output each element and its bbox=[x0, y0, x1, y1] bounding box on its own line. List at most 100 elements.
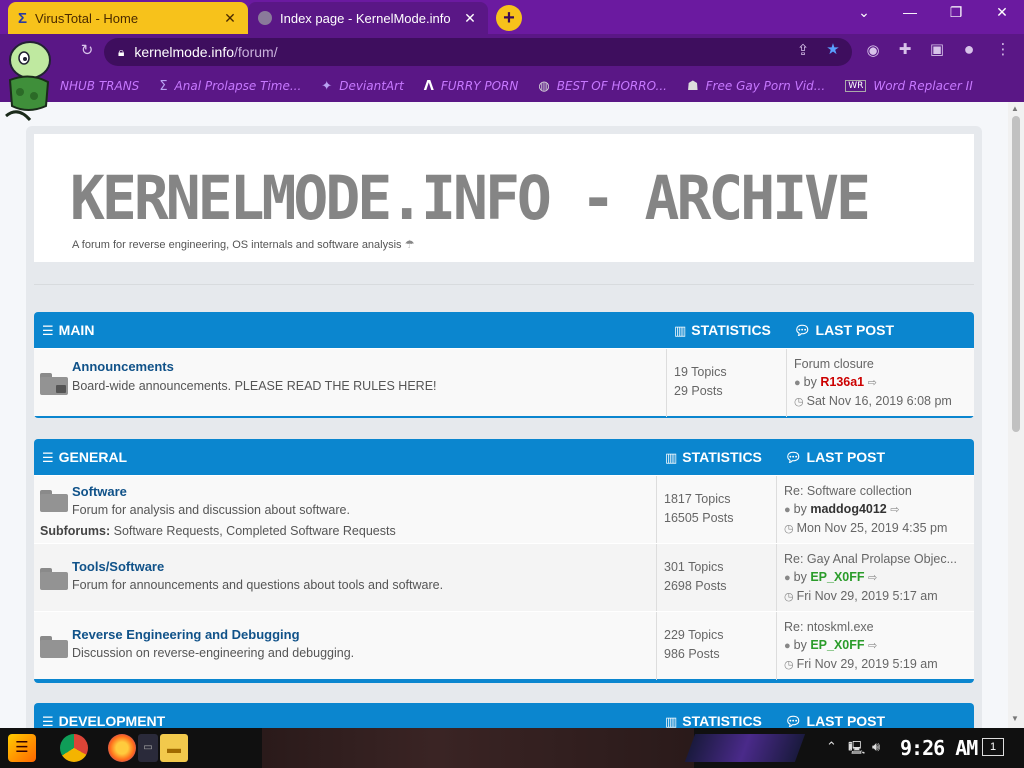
sidepanel-icon[interactable]: ▣ bbox=[926, 40, 948, 58]
goto-post-icon[interactable]: ⇨ bbox=[868, 377, 877, 389]
clock-icon: ◷ bbox=[784, 659, 794, 671]
forum-title[interactable]: Announcements bbox=[72, 359, 174, 374]
app-icon[interactable]: ▭ bbox=[138, 734, 158, 762]
category-title[interactable]: ☰ GENERAL bbox=[42, 449, 127, 466]
topic-count: 1817 Topics bbox=[664, 492, 731, 506]
file-explorer-icon[interactable]: ▬ bbox=[160, 734, 188, 762]
menu-icon[interactable]: ⋮ bbox=[992, 40, 1014, 58]
close-window-button[interactable]: ✕ bbox=[982, 4, 1022, 21]
last-post-title[interactable]: Re: ntoskml.exe bbox=[784, 618, 974, 636]
category-main: ☰ MAIN ▥ STATISTICS 💬︎ LAST POST Announceme… bbox=[34, 312, 974, 418]
bookmark-item[interactable]: NHUB TRANS bbox=[60, 79, 139, 93]
chat-icon: 💬︎ bbox=[785, 714, 802, 728]
last-post-title[interactable]: Forum closure bbox=[794, 355, 974, 373]
tab-title: Index page - KernelMode.info bbox=[280, 10, 451, 26]
page-wrap: KERNELMODE.INFO - ARCHIVE A forum for re… bbox=[26, 126, 982, 728]
bookmark-item[interactable]: ◍ BEST OF HORRO... bbox=[538, 79, 667, 94]
statistics-label: STATISTICS bbox=[682, 449, 762, 465]
tab-strip: Σ VirusTotal - Home ✕ Index page - Kerne… bbox=[0, 0, 1024, 34]
bookmark-label: NHUB TRANS bbox=[60, 79, 140, 93]
category-title[interactable]: ☰ DEVELOPMENT bbox=[42, 713, 165, 728]
folder-icon bbox=[40, 490, 68, 512]
folder-locked-icon bbox=[40, 373, 68, 395]
last-post-label: LAST POST bbox=[815, 322, 895, 338]
forum-title[interactable]: Reverse Engineering and Debugging bbox=[72, 627, 300, 642]
scroll-down-arrow[interactable]: ▼ bbox=[1011, 714, 1019, 723]
volume-icon[interactable]: 🔊︎ bbox=[872, 739, 880, 755]
category-development: ☰ DEVELOPMENT ▥ STATISTICS 💬︎ LAST POST bbox=[34, 703, 974, 728]
show-hidden-icons[interactable]: ⌃ bbox=[826, 739, 837, 755]
last-post-header: 💬︎ LAST POST bbox=[785, 713, 885, 728]
subforum-links[interactable]: Software Requests, Completed Software Re… bbox=[114, 524, 396, 538]
site-description: A forum for reverse engineering, OS inte… bbox=[72, 238, 415, 251]
bar-chart-icon: ▥ bbox=[674, 323, 687, 338]
puzzle-icon[interactable]: ✚ bbox=[894, 40, 916, 58]
last-post-title[interactable]: Re: Software collection bbox=[784, 482, 974, 500]
bookmark-item[interactable]: Σ Anal Prolapse Time... bbox=[159, 79, 301, 94]
forum-title[interactable]: Software bbox=[72, 484, 127, 499]
maximize-button[interactable]: ❐ bbox=[936, 4, 976, 21]
tab-virustotal[interactable]: Σ VirusTotal - Home ✕ bbox=[8, 2, 248, 34]
last-post-author[interactable]: R136a1 bbox=[820, 375, 864, 389]
bookmark-item[interactable]: ✦ DeviantArt bbox=[321, 79, 403, 94]
last-post-label: LAST POST bbox=[806, 449, 886, 465]
taskbar-decoration bbox=[684, 734, 806, 762]
profile-icon[interactable]: ● bbox=[958, 39, 980, 60]
category-title[interactable]: ☰ MAIN bbox=[42, 322, 94, 339]
chevron-down-icon[interactable]: ⌄ bbox=[844, 4, 884, 21]
kernelmode-icon bbox=[258, 11, 272, 25]
folder-icon bbox=[40, 636, 68, 658]
statistics-header: ▥ STATISTICS bbox=[665, 713, 762, 728]
statistics-label: STATISTICS bbox=[691, 322, 771, 338]
close-icon[interactable]: ✕ bbox=[462, 10, 478, 27]
address-bar[interactable]: 🔒︎ kernelmode.info/forum/ bbox=[104, 38, 852, 66]
scroll-up-arrow[interactable]: ▲ bbox=[1011, 104, 1019, 113]
network-icon[interactable]: 🖳︎ bbox=[848, 739, 865, 761]
last-post-date: Sat Nov 16, 2019 6:08 pm bbox=[806, 394, 952, 408]
chrome-icon[interactable] bbox=[60, 734, 88, 762]
last-post-author[interactable]: maddog4012 bbox=[810, 502, 886, 516]
bar-chart-icon: ▥ bbox=[665, 714, 678, 728]
url-host: kernelmode.info bbox=[134, 44, 235, 60]
post-count: 16505 Posts bbox=[664, 511, 734, 525]
reload-icon[interactable]: ↻ bbox=[76, 41, 98, 59]
new-tab-button[interactable]: + bbox=[496, 5, 522, 31]
forum-last-post: Forum closure ● by R136a1 ⇨ ◷ Sat Nov 16, … bbox=[786, 349, 974, 417]
list-icon: ☰ bbox=[42, 714, 54, 728]
bookmark-item[interactable]: ☗ Free Gay Porn Vid... bbox=[687, 79, 825, 94]
vertical-scrollbar[interactable]: ▲ ▼ bbox=[1008, 102, 1024, 728]
firefox-icon[interactable] bbox=[108, 734, 136, 762]
cartoon-sticker-image bbox=[5, 41, 51, 122]
category-general: ☰ GENERAL ▥ STATISTICS 💬︎ LAST POST Softwar… bbox=[34, 439, 974, 683]
user-icon: ● bbox=[784, 572, 791, 584]
user-icon: ● bbox=[794, 377, 801, 389]
navbar-divider bbox=[34, 284, 974, 285]
tab-kernelmode[interactable]: Index page - KernelMode.info ✕ bbox=[248, 2, 488, 34]
close-icon[interactable]: ✕ bbox=[222, 10, 238, 27]
last-post-title[interactable]: Re: Gay Anal Prolapse Objec... bbox=[784, 550, 974, 568]
extension-avatar-icon[interactable]: ◉ bbox=[862, 41, 884, 59]
lock-icon: 🔒︎ bbox=[118, 44, 125, 59]
taskbar-clock[interactable]: 9:26 AM bbox=[900, 736, 978, 760]
goto-post-icon[interactable]: ⇨ bbox=[868, 572, 877, 584]
user-icon: ● bbox=[784, 504, 791, 516]
last-post-author[interactable]: EP_X0FF bbox=[810, 638, 864, 652]
goto-post-icon[interactable]: ⇨ bbox=[890, 504, 899, 516]
last-post-header: 💬︎ LAST POST bbox=[794, 322, 894, 339]
start-button[interactable]: ☰ bbox=[8, 734, 36, 762]
bookmark-item[interactable]: WR Word Replacer II bbox=[845, 79, 973, 93]
star-icon[interactable]: ★ bbox=[822, 40, 844, 58]
bookmark-icon: Σ bbox=[159, 78, 168, 94]
site-title[interactable]: KERNELMODE.INFO - ARCHIVE bbox=[70, 162, 871, 233]
goto-post-icon[interactable]: ⇨ bbox=[868, 640, 877, 652]
notification-icon[interactable]: 1 bbox=[982, 738, 1004, 756]
bookmark-item[interactable]: Λ FURRY PORN bbox=[424, 79, 519, 94]
last-post-date: Mon Nov 25, 2019 4:35 pm bbox=[796, 521, 948, 535]
scroll-thumb[interactable] bbox=[1012, 116, 1020, 432]
deviantart-icon: ✦ bbox=[321, 78, 333, 94]
minimize-button[interactable]: — bbox=[890, 4, 930, 20]
last-post-author[interactable]: EP_X0FF bbox=[810, 570, 864, 584]
share-icon[interactable]: ⇪ bbox=[792, 41, 814, 59]
forum-title[interactable]: Tools/Software bbox=[72, 559, 164, 574]
folder-icon bbox=[40, 568, 68, 590]
